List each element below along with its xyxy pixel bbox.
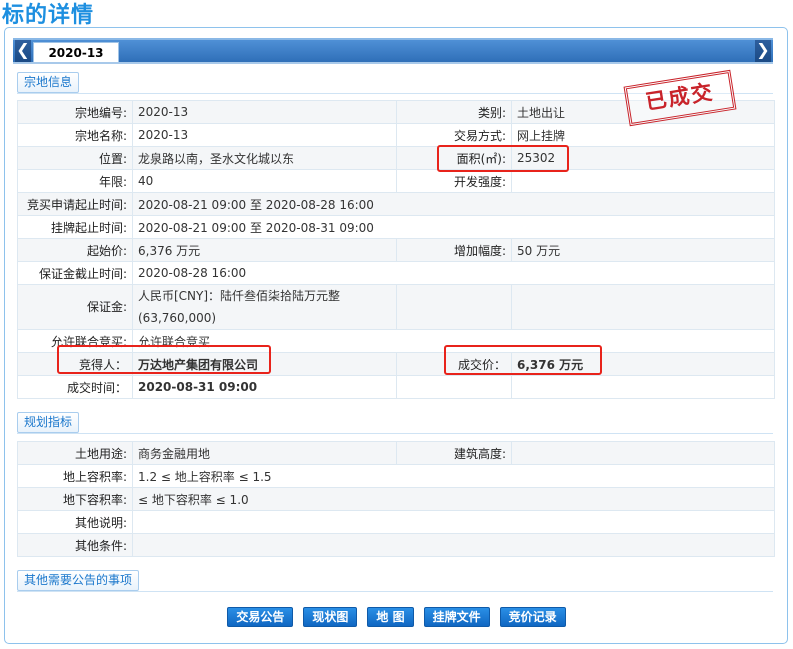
joint-bid-label: 允许联合竞买:: [17, 329, 133, 353]
parcel-name-label: 宗地名称:: [17, 123, 133, 147]
table-row: 地上容积率: 1.2 ≤ 地上容积率 ≤ 1.5: [17, 464, 775, 488]
winner-value: 万达地产集团有限公司: [132, 352, 397, 376]
deal-time-label: 成交时间：: [17, 375, 133, 399]
apply-period-label: 竞买申请起止时间:: [17, 192, 133, 216]
section-planning[interactable]: 规划指标: [17, 412, 80, 433]
dev-intensity-label: 开发强度:: [396, 169, 512, 193]
dev-intensity-value: [511, 169, 775, 193]
section-other-notices[interactable]: 其他需要公告的事项: [17, 570, 140, 591]
trade-method-label: 交易方式:: [396, 123, 512, 147]
table-row: 其他说明:: [17, 510, 775, 534]
deposit-deadline-value: 2020-08-28 16:00: [132, 261, 775, 285]
table-row: 保证金: 人民币[CNY]：陆仟叁佰柒拾陆万元整 (63,760,000): [17, 284, 775, 330]
tab-underline: [13, 62, 773, 64]
far-below-label: 地下容积率:: [17, 487, 133, 511]
building-height-value: [511, 441, 775, 465]
table-row: 地下容积率: ≤ 地下容积率 ≤ 1.0: [17, 487, 775, 511]
parcel-no-label: 宗地编号:: [17, 100, 133, 124]
parcel-info-table: 宗地编号: 2020-13 类别: 土地出让 宗地名称: 2020-13 交易方…: [17, 100, 775, 399]
empty-cell: [511, 284, 775, 330]
empty-cell: [511, 375, 775, 399]
deposit-amount-text: 人民币[CNY]：陆仟叁佰柒拾陆万元整: [138, 289, 341, 303]
far-above-value: 1.2 ≤ 地上容积率 ≤ 1.5: [132, 464, 775, 488]
deposit-deadline-label: 保证金截止时间:: [17, 261, 133, 285]
deposit-value: 人民币[CNY]：陆仟叁佰柒拾陆万元整 (63,760,000): [132, 284, 397, 330]
far-below-value: ≤ 地下容积率 ≤ 1.0: [132, 487, 775, 511]
page-title: 标的详情: [2, 3, 95, 28]
table-row: 宗地名称: 2020-13 交易方式: 网上挂牌: [17, 123, 775, 147]
empty-cell: [396, 284, 512, 330]
table-row: 允许联合竞买: 允许联合竞买: [17, 329, 775, 353]
increment-label: 增加幅度:: [396, 238, 512, 262]
table-row: 起始价: 6,376 万元 增加幅度: 50 万元: [17, 238, 775, 262]
term-value: 40: [132, 169, 397, 193]
other-notes-value: [132, 510, 775, 534]
deposit-label: 保证金:: [17, 284, 133, 330]
announcement-button[interactable]: 交易公告: [227, 607, 294, 627]
joint-bid-value: 允许联合竞买: [132, 329, 775, 353]
listing-period-label: 挂牌起止时间:: [17, 215, 133, 239]
table-row: 其他条件:: [17, 533, 775, 557]
apply-period-value: 2020-08-21 09:00 至 2020-08-28 16:00: [132, 192, 775, 216]
deal-price-label: 成交价：: [396, 352, 512, 376]
table-row: 竞得人： 万达地产集团有限公司 成交价： 6,376 万元: [17, 352, 775, 376]
area-value: 25302: [511, 146, 775, 170]
deal-price-value: 6,376 万元: [511, 352, 775, 376]
section-parcel-info[interactable]: 宗地信息: [17, 72, 80, 93]
trade-method-value: 网上挂牌: [511, 123, 775, 147]
table-row: 位置: 龙泉路以南，圣水文化城以东 面积(㎡): 25302: [17, 146, 775, 170]
building-height-label: 建筑高度:: [396, 441, 512, 465]
table-row: 成交时间： 2020-08-31 09:00: [17, 375, 775, 399]
empty-cell: [396, 375, 512, 399]
start-price-label: 起始价:: [17, 238, 133, 262]
action-button-bar: 交易公告 现状图 地 图 挂牌文件 竞价记录: [0, 607, 793, 627]
listing-period-value: 2020-08-21 09:00 至 2020-08-31 09:00: [132, 215, 775, 239]
location-label: 位置:: [17, 146, 133, 170]
land-use-label: 土地用途:: [17, 441, 133, 465]
bid-records-button[interactable]: 竞价记录: [499, 607, 566, 627]
land-use-value: 商务金融用地: [132, 441, 397, 465]
planning-table: 土地用途: 商务金融用地 建筑高度: 地上容积率: 1.2 ≤ 地上容积率 ≤ …: [17, 441, 775, 557]
increment-value: 50 万元: [511, 238, 775, 262]
tab-prev-button[interactable]: ❮: [15, 40, 31, 62]
location-value: 龙泉路以南，圣水文化城以东: [132, 146, 397, 170]
category-label: 类别:: [396, 100, 512, 124]
other-notes-label: 其他说明:: [17, 510, 133, 534]
tab-2020-13[interactable]: 2020-13: [33, 42, 119, 64]
tab-next-button[interactable]: ❯: [755, 40, 771, 62]
section-divider: [17, 591, 773, 592]
start-price-value: 6,376 万元: [132, 238, 397, 262]
table-row: 竞买申请起止时间: 2020-08-21 09:00 至 2020-08-28 …: [17, 192, 775, 216]
parcel-name-value: 2020-13: [132, 123, 397, 147]
table-row: 年限: 40 开发强度:: [17, 169, 775, 193]
deal-time-value: 2020-08-31 09:00: [132, 375, 397, 399]
table-row: 挂牌起止时间: 2020-08-21 09:00 至 2020-08-31 09…: [17, 215, 775, 239]
section-divider: [17, 433, 773, 434]
table-row: 土地用途: 商务金融用地 建筑高度:: [17, 441, 775, 465]
area-label: 面积(㎡):: [396, 146, 512, 170]
map-button[interactable]: 地 图: [367, 607, 414, 627]
parcel-no-value: 2020-13: [132, 100, 397, 124]
winner-label: 竞得人：: [17, 352, 133, 376]
tab-strip: ❮ 2020-13 ❯: [13, 38, 773, 64]
table-row: 保证金截止时间: 2020-08-28 16:00: [17, 261, 775, 285]
far-above-label: 地上容积率:: [17, 464, 133, 488]
listing-docs-button[interactable]: 挂牌文件: [423, 607, 490, 627]
other-conditions-label: 其他条件:: [17, 533, 133, 557]
term-label: 年限:: [17, 169, 133, 193]
status-map-button[interactable]: 现状图: [303, 607, 358, 627]
deposit-amount-number: (63,760,000): [138, 311, 217, 325]
other-conditions-value: [132, 533, 775, 557]
